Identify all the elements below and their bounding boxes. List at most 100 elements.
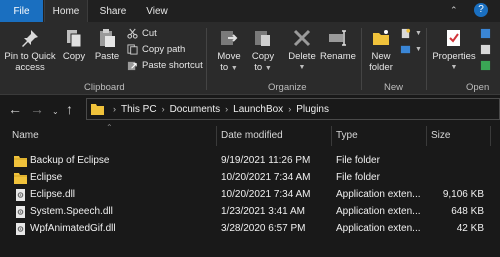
open-group-label: Open xyxy=(466,82,490,93)
breadcrumb-documents[interactable]: Documents xyxy=(170,104,221,115)
cut-button[interactable]: Cut xyxy=(127,28,157,39)
tab-view[interactable]: View xyxy=(136,0,178,22)
breadcrumb-this-pc[interactable]: This PC xyxy=(121,104,157,115)
breadcrumb-separator-icon[interactable]: › xyxy=(162,104,165,114)
column-header-type[interactable]: Type xyxy=(336,130,358,141)
new-item-icon xyxy=(401,28,411,39)
folder-icon xyxy=(91,104,104,115)
file-date-modified: 10/20/2021 7:34 AM xyxy=(221,172,311,183)
paste-label: Paste xyxy=(94,51,120,62)
file-type: File folder xyxy=(336,172,380,183)
column-divider[interactable] xyxy=(216,126,217,146)
dll-file-icon xyxy=(16,206,25,218)
minimize-ribbon-icon[interactable]: ⌃ xyxy=(450,5,458,16)
history-button[interactable] xyxy=(480,60,495,71)
file-name: Eclipse xyxy=(30,172,63,183)
rename-button[interactable]: Rename xyxy=(320,28,356,62)
folder-icon xyxy=(14,156,27,167)
back-arrow-icon[interactable]: ← xyxy=(8,101,22,117)
column-header-name[interactable]: Name xyxy=(12,130,39,141)
pin-to-quick-access-button[interactable]: Pin to Quick access xyxy=(4,28,56,73)
file-name: Eclipse.dll xyxy=(30,189,76,200)
column-header-date-modified[interactable]: Date modified xyxy=(221,130,283,141)
new-folder-label-1: New xyxy=(371,51,391,62)
folder-icon xyxy=(14,173,27,184)
edit-button[interactable] xyxy=(480,44,495,55)
file-date-modified: 10/20/2021 7:34 AM xyxy=(221,189,311,200)
file-row[interactable]: Backup of Eclipse 9/19/2021 11:26 PM File … xyxy=(0,153,500,170)
history-icon xyxy=(480,60,491,71)
ribbon-tab-bar: File Home Share View ⌃ ? xyxy=(0,0,500,22)
column-divider[interactable] xyxy=(426,126,427,146)
breadcrumb-separator-icon[interactable]: › xyxy=(288,104,291,114)
new-item-button[interactable]: ▼ xyxy=(400,28,422,39)
address-bar[interactable]: › This PC › Documents › LaunchBox › Plug… xyxy=(86,98,500,120)
tab-share[interactable]: Share xyxy=(92,0,134,22)
copy-button[interactable]: Copy xyxy=(60,28,88,62)
delete-x-icon xyxy=(293,29,311,47)
file-size: 648 KB xyxy=(451,206,484,217)
file-row[interactable]: Eclipse 10/20/2021 7:34 AM File folder xyxy=(0,170,500,187)
cut-label: Cut xyxy=(142,28,157,39)
open-icon xyxy=(480,28,491,39)
organize-group-label: Organize xyxy=(268,82,307,93)
copy-to-label: Copy xyxy=(251,51,275,62)
delete-button[interactable]: Delete ▼ xyxy=(286,28,318,73)
file-row[interactable]: WpfAnimatedGif.dll 3/28/2020 6:57 PM Appli… xyxy=(0,221,500,238)
tab-file[interactable]: File xyxy=(0,0,43,22)
column-divider[interactable] xyxy=(331,126,332,146)
move-to-button[interactable]: Move to ▼ xyxy=(212,28,246,74)
column-headers: ⌃ Name Date modified Type Size xyxy=(0,123,500,147)
column-header-size[interactable]: Size xyxy=(431,130,450,141)
ribbon: Pin to Quick access Copy Paste Cut Copy … xyxy=(0,22,500,95)
file-type: File folder xyxy=(336,155,380,166)
file-name: Backup of Eclipse xyxy=(30,155,110,166)
copy-path-icon xyxy=(127,44,138,55)
scissors-icon xyxy=(127,28,138,39)
column-divider[interactable] xyxy=(490,126,491,146)
breadcrumb-separator-icon: › xyxy=(113,104,116,114)
paste-icon xyxy=(100,29,115,47)
breadcrumb-plugins[interactable]: Plugins xyxy=(296,104,329,115)
group-divider xyxy=(361,28,362,90)
paste-shortcut-button[interactable]: Paste shortcut xyxy=(127,60,203,71)
pin-label-1: Pin to Quick xyxy=(4,51,56,62)
up-arrow-icon[interactable]: ↑ xyxy=(66,101,73,117)
sort-ascending-icon: ⌃ xyxy=(106,123,113,132)
group-divider xyxy=(206,28,207,90)
easy-access-button[interactable]: ▼ xyxy=(400,44,422,55)
clipboard-group-label: Clipboard xyxy=(84,82,125,93)
copy-path-button[interactable]: Copy path xyxy=(127,44,185,55)
properties-label: Properties xyxy=(432,51,476,62)
help-icon[interactable]: ? xyxy=(474,3,488,17)
rename-label: Rename xyxy=(320,51,356,62)
rename-icon xyxy=(329,30,346,46)
copy-icon xyxy=(67,30,82,48)
file-date-modified: 1/23/2021 3:41 AM xyxy=(221,206,305,217)
pin-icon xyxy=(22,30,38,47)
copy-to-button[interactable]: Copy to ▼ xyxy=(248,28,278,74)
dll-file-icon xyxy=(16,189,25,201)
paste-button[interactable]: Paste xyxy=(92,28,122,62)
properties-button[interactable]: Properties ▼ xyxy=(430,28,478,73)
pin-label-2: access xyxy=(15,62,45,73)
tab-home[interactable]: Home xyxy=(44,0,88,22)
file-row[interactable]: Eclipse.dll 10/20/2021 7:34 AM Application… xyxy=(0,187,500,204)
breadcrumb-separator-icon[interactable]: › xyxy=(225,104,228,114)
dll-file-icon xyxy=(16,223,25,235)
navigation-bar: ← → ⌄ ↑ › This PC › Documents › LaunchBo… xyxy=(0,95,500,123)
move-to-icon xyxy=(221,31,238,45)
copy-path-label: Copy path xyxy=(142,44,186,55)
new-folder-label-2: folder xyxy=(369,62,393,73)
recent-locations-chevron-icon[interactable]: ⌄ xyxy=(52,104,59,120)
copy-label: Copy xyxy=(62,51,86,62)
new-folder-button[interactable]: New folder xyxy=(364,28,398,73)
forward-arrow-icon[interactable]: → xyxy=(30,101,44,117)
breadcrumb-launchbox[interactable]: LaunchBox xyxy=(233,104,283,115)
copy-to-label-2: to xyxy=(254,62,263,73)
easy-access-icon xyxy=(400,45,411,54)
new-group-label: New xyxy=(384,82,404,93)
delete-label: Delete xyxy=(288,51,316,62)
open-button[interactable] xyxy=(480,28,495,39)
file-row[interactable]: System.Speech.dll 1/23/2021 3:41 AM Applic… xyxy=(0,204,500,221)
